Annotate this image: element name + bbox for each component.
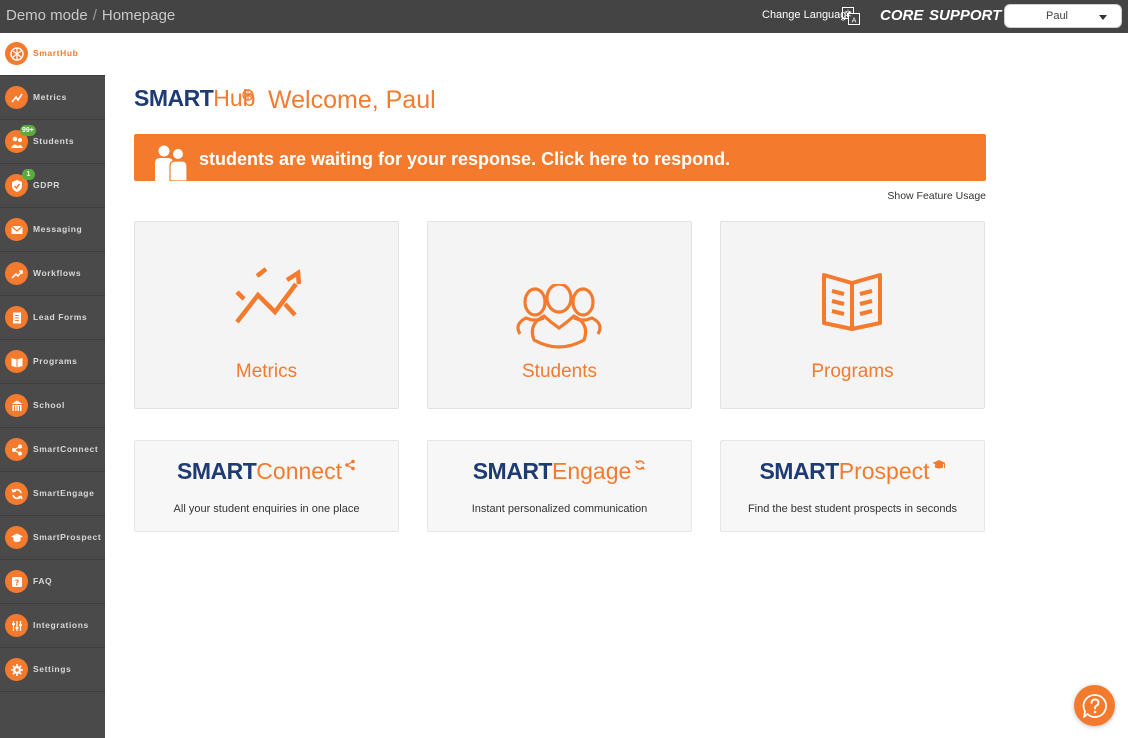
students-waiting-icon (155, 145, 188, 181)
product-description: All your student enquiries in one place (173, 503, 360, 515)
sidebar-item-lead-forms[interactable]: Lead Forms (0, 297, 105, 340)
smartconnect-card[interactable]: SMARTConnect All your student enquiries … (134, 440, 399, 532)
messaging-icon (5, 218, 28, 241)
core-link[interactable]: CORE (880, 7, 923, 24)
metrics-icon (5, 86, 28, 109)
user-dropdown[interactable]: Paul (1004, 4, 1122, 28)
breadcrumb-separator: / (92, 7, 97, 24)
sidebar-item-label: SmartProspect (33, 532, 102, 542)
share-icon (345, 459, 355, 471)
graduation-cap-icon (932, 460, 946, 469)
svg-text:A: A (852, 17, 857, 25)
logo-smart: SMART (472, 458, 553, 484)
sidebar-item-label: SmartEngage (33, 488, 95, 498)
sidebar-item-label: School (33, 400, 65, 410)
logo-product: Prospect (838, 458, 930, 484)
sidebar-item-school[interactable]: School (0, 385, 105, 428)
smartconnect-logo: SMARTConnect (135, 458, 398, 485)
smartengage-logo: SMARTEngage (428, 458, 691, 485)
sidebar-item-faq[interactable]: ? FAQ (0, 561, 105, 604)
sidebar-item-label: FAQ (33, 576, 53, 586)
integrations-icon (5, 614, 28, 637)
svg-text:文: 文 (845, 9, 852, 18)
smartprospect-icon (5, 526, 28, 549)
breadcrumb: Demo mode / Homepage (6, 7, 175, 24)
sidebar-item-label: Students (33, 136, 75, 146)
logo-product: Engage (551, 458, 632, 484)
change-language-link[interactable]: Change Language (762, 9, 853, 21)
sidebar-item-smartengage[interactable]: SmartEngage (0, 473, 105, 516)
sidebar-item-label: Integrations (33, 620, 89, 630)
sidebar-item-smartprospect[interactable]: SmartProspect (0, 517, 105, 560)
sidebar-item-smartconnect[interactable]: SmartConnect (0, 429, 105, 472)
smartengage-icon (5, 482, 28, 505)
breadcrumb-current: Homepage (101, 7, 176, 24)
product-description: Find the best student prospects in secon… (747, 503, 958, 515)
help-question-icon (1082, 693, 1107, 718)
workflows-icon (5, 262, 28, 285)
sidebar-item-label: Metrics (33, 92, 67, 102)
chevron-down-icon (1099, 15, 1107, 20)
show-feature-usage-link[interactable]: Show Feature Usage (860, 190, 986, 202)
svg-text:?: ? (14, 578, 19, 587)
smartengage-card[interactable]: SMARTEngage Instant personalized communi… (427, 440, 692, 532)
translate-icon[interactable]: 文 A (842, 7, 860, 25)
support-link[interactable]: SUPPORT (929, 7, 1001, 24)
faq-icon: ? (5, 570, 28, 593)
refresh-icon (635, 459, 646, 471)
sidebar-item-metrics[interactable]: Metrics (0, 77, 105, 120)
welcome-heading: Welcome, Paul (268, 86, 436, 114)
logo-smart: SMART (177, 458, 257, 484)
smarthub-logo: SMARTHub (134, 85, 255, 112)
students-card[interactable]: Students (427, 221, 692, 409)
students-group-icon (516, 284, 602, 349)
sidebar-item-students[interactable]: 99+ Students (0, 121, 105, 164)
help-button[interactable] (1074, 685, 1115, 726)
breadcrumb-root[interactable]: Demo mode (6, 7, 88, 24)
sidebar-item-label: Programs (33, 356, 78, 366)
smartconnect-icon (5, 438, 28, 461)
logo-product: Connect (256, 458, 342, 484)
sidebar-item-integrations[interactable]: Integrations (0, 605, 105, 648)
card-label: Programs (811, 361, 894, 382)
top-bar: Demo mode / Homepage Change Language 文 A C… (0, 0, 1128, 33)
metrics-chart-icon (235, 267, 302, 324)
gdpr-badge: 1 (22, 169, 35, 180)
product-description: Instant personalized communication (471, 503, 648, 515)
programs-card[interactable]: Programs (720, 221, 985, 409)
lead-forms-icon (5, 306, 28, 329)
sidebar: SmartHub Metrics 99+ Students 1 GDPR Mes… (0, 33, 105, 738)
sidebar-item-settings[interactable]: Settings (0, 649, 105, 692)
logo-smart: SMART (759, 458, 839, 484)
programs-icon (5, 350, 28, 373)
sidebar-item-label: SmartHub (33, 48, 79, 58)
response-banner[interactable]: students are waiting for your response. … (134, 134, 986, 181)
smarthub-logo-icon (242, 89, 254, 101)
card-label: Metrics (235, 361, 298, 382)
metrics-card[interactable]: Metrics (134, 221, 399, 409)
open-book-icon (822, 273, 882, 331)
sidebar-item-programs[interactable]: Programs (0, 341, 105, 384)
card-label: Students (522, 361, 597, 382)
sidebar-item-label: Workflows (33, 268, 82, 278)
banner-text: students are waiting for your response. … (199, 149, 731, 169)
students-badge: 99+ (20, 125, 36, 136)
smartprospect-card[interactable]: SMARTProspect Find the best student pros… (720, 440, 985, 532)
sidebar-item-label: Settings (33, 664, 72, 674)
user-dropdown-value: Paul (1045, 10, 1069, 22)
sidebar-item-workflows[interactable]: Workflows (0, 253, 105, 296)
smartprospect-logo: SMARTProspect (721, 458, 984, 485)
brand-smart: SMART (134, 85, 214, 111)
settings-icon (5, 658, 28, 681)
sidebar-item-messaging[interactable]: Messaging (0, 209, 105, 252)
sidebar-item-label: GDPR (33, 180, 60, 190)
sidebar-item-smarthub[interactable]: SmartHub (0, 33, 105, 76)
sidebar-item-gdpr[interactable]: 1 GDPR (0, 165, 105, 208)
sidebar-item-label: Lead Forms (33, 312, 88, 322)
school-icon (5, 394, 28, 417)
sidebar-item-label: SmartConnect (33, 444, 99, 454)
sidebar-item-label: Messaging (33, 224, 83, 234)
smarthub-icon (5, 42, 28, 65)
